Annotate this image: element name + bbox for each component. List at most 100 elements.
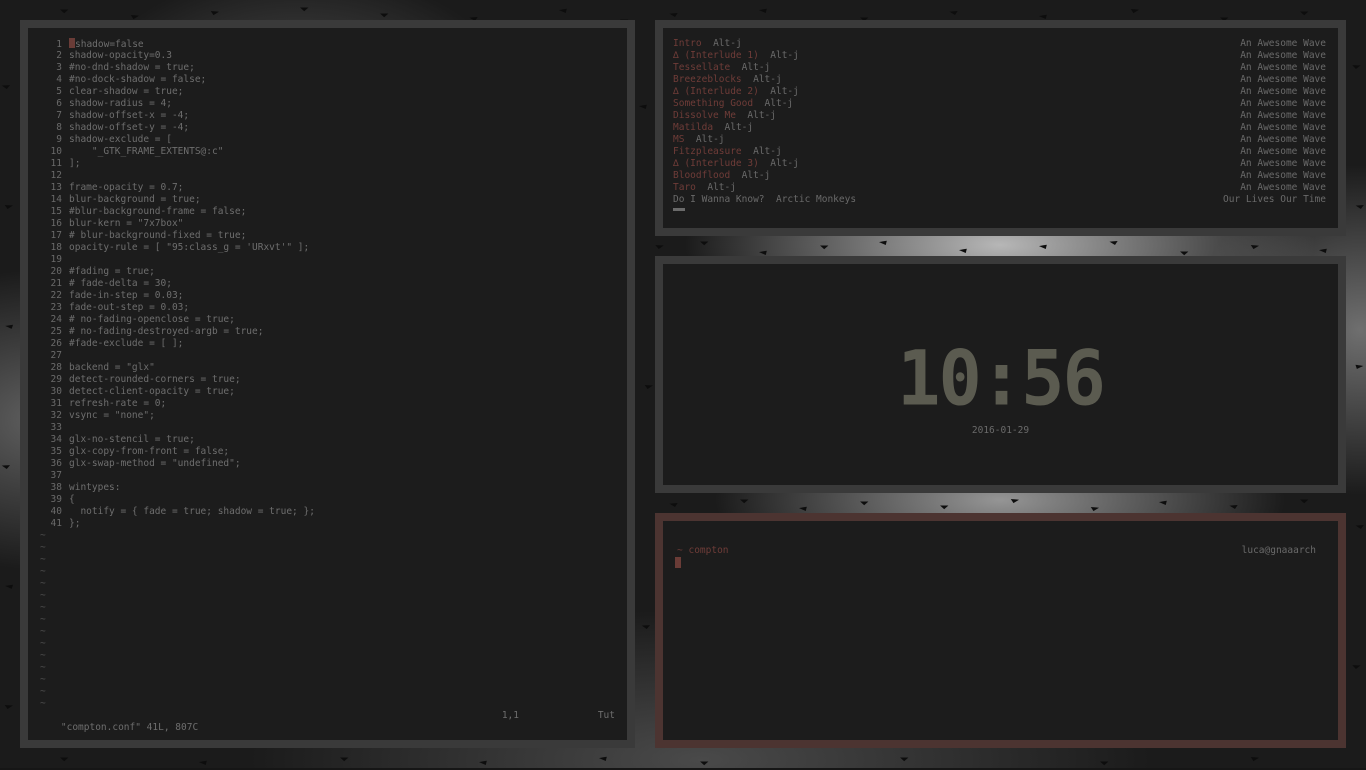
editor-line[interactable]: 3 #no-dnd-shadow = true; [38,62,617,74]
editor-line[interactable]: 25 # no-fading-destroyed-argb = true; [38,326,617,338]
track-album: An Awesome Wave [1240,98,1326,109]
editor-line[interactable]: 38 wintypes: [38,482,617,494]
bird-decoration: ▼ [1248,755,1260,763]
editor-line[interactable]: 15 #blur-background-frame = false; [38,206,617,218]
line-text: glx-swap-method = "undefined"; [69,458,241,469]
editor-line[interactable]: 27 [38,350,617,362]
editor-line[interactable]: 13 frame-opacity = 0.7; [38,182,617,194]
track-title: ∆ (Interlude 3) [673,158,759,169]
editor-line[interactable]: 37 [38,470,617,482]
empty-line-marker: ~ [40,566,46,577]
bird-decoration: ▼ [340,755,349,763]
editor-buffer[interactable]: 1 shadow=false 2 shadow-opacity=0.3 3 #no-dnd… [38,38,617,710]
track-artist: Alt-j [741,170,771,181]
line-text: #fading = true; [69,266,155,277]
editor-line[interactable]: 18 opacity-rule = [ "95:class_g = 'URxvt'… [38,242,617,254]
editor-line[interactable]: 33 [38,422,617,434]
empty-line-marker: ~ [40,590,46,601]
editor-line[interactable]: 1 shadow=false [38,38,617,50]
editor-line[interactable]: 16 blur-kern = "7x7box" [38,218,617,230]
editor-line[interactable]: 8 shadow-offset-y = -4; [38,122,617,134]
playlist-item[interactable]: Bloodflood Alt-j An Awesome Wave [673,170,1326,182]
terminal-cursor[interactable] [675,557,681,568]
editor-line[interactable]: 41}; [38,518,617,530]
line-text: clear-shadow = true; [69,86,184,97]
editor-line[interactable]: 22 fade-in-step = 0.03; [38,290,617,302]
editor-line[interactable]: 21 # fade-delta = 30; [38,278,617,290]
playlist-item[interactable]: Something Good Alt-j An Awesome Wave [673,98,1326,110]
playlist-item[interactable]: Taro Alt-j An Awesome Wave [673,182,1326,194]
editor-line[interactable]: 4 #no-dock-shadow = false; [38,74,617,86]
playlist-item[interactable]: ∆ (Interlude 3) Alt-j An Awesome Wave [673,158,1326,170]
editor-line[interactable]: 23 fade-out-step = 0.03; [38,302,617,314]
bird-decoration: ▼ [1100,759,1109,767]
playlist-item-now-playing[interactable]: Do I Wanna Know? Arctic Monkeys Our Lives… [673,194,1326,206]
editor-line[interactable]: 39 { [38,494,617,506]
bird-decoration: ▼ [948,9,960,17]
editor-line[interactable]: 40 notify = { fade = true; shadow = true… [38,506,617,518]
playlist-item[interactable]: Fitzpleasure Alt-j An Awesome Wave [673,146,1326,158]
bird-decoration: ▼ [860,499,869,507]
editor-line[interactable]: 12 [38,170,617,182]
line-text: notify = { fade = true; shadow = true; }… [69,506,315,517]
line-text: fade-out-step = 0.03; [69,302,190,313]
track-artist: Alt-j [770,86,799,97]
terminal-window[interactable]: ~ compton luca@gnaaarch [655,513,1346,748]
editor-line[interactable]: 35 glx-copy-from-front = false; [38,446,617,458]
bird-decoration: ▼ [557,6,571,16]
playlist[interactable]: Intro Alt-j An Awesome Wave ∆ (Interlude 1… [673,38,1326,211]
editor-line[interactable]: 34 glx-no-stencil = true; [38,434,617,446]
bird-decoration: ▼ [1008,497,1020,505]
line-number: 14 [50,194,62,205]
bird-decoration: ▼ [957,246,971,256]
editor-line[interactable]: 10 "_GTK_FRAME_EXTENTS@:c" [38,146,617,158]
editor-line[interactable]: 17 # blur-background-fixed = true; [38,230,617,242]
editor-window[interactable]: 1 shadow=false 2 shadow-opacity=0.3 3 #no-dnd… [20,20,635,748]
track-title: Dissolve Me [673,110,736,121]
playback-progress-bar[interactable] [673,208,685,211]
line-number: 12 [50,170,62,181]
line-number: 15 [50,206,62,217]
editor-line[interactable]: 7 shadow-offset-x = -4; [38,110,617,122]
editor-line[interactable]: 26 #fade-exclude = [ ]; [38,338,617,350]
playlist-item[interactable]: Matilda Alt-j An Awesome Wave [673,122,1326,134]
editor-line[interactable]: 6 shadow-radius = 4; [38,98,617,110]
editor-line[interactable]: 19 [38,254,617,266]
line-text: shadow-exclude = [ [69,134,172,145]
playlist-item[interactable]: ∆ (Interlude 2) Alt-j An Awesome Wave [673,86,1326,98]
playlist-item[interactable]: Tessellate Alt-j An Awesome Wave [673,62,1326,74]
playlist-item[interactable]: Dissolve Me Alt-j An Awesome Wave [673,110,1326,122]
track-title: ∆ (Interlude 1) [673,50,759,61]
line-number: 32 [50,410,62,421]
editor-line[interactable]: 2 shadow-opacity=0.3 [38,50,617,62]
music-player-window[interactable]: Intro Alt-j An Awesome Wave ∆ (Interlude 1… [655,20,1346,236]
playlist-item[interactable]: Breezeblocks Alt-j An Awesome Wave [673,74,1326,86]
editor-line[interactable]: 5 clear-shadow = true; [38,86,617,98]
bird-decoration: ▼ [877,238,891,248]
line-text: detect-rounded-corners = true; [69,374,241,385]
editor-line[interactable]: 14 blur-background = true; [38,194,617,206]
bird-decoration: ▼ [654,243,665,251]
bird-decoration: ▼ [1037,242,1051,252]
playlist-item[interactable]: MS Alt-j An Awesome Wave [673,134,1326,146]
track-album: An Awesome Wave [1240,86,1326,97]
editor-line[interactable]: 11]; [38,158,617,170]
clock-window: 10:56 2016-01-29 [655,256,1346,493]
line-text: shadow-offset-y = -4; [69,122,190,133]
editor-line[interactable]: 20 #fading = true; [38,266,617,278]
line-number: 11 [50,158,62,169]
editor-line[interactable]: 24 # no-fading-openclose = true; [38,314,617,326]
editor-line[interactable]: 30 detect-client-opacity = true; [38,386,617,398]
editor-line[interactable]: 9 shadow-exclude = [ [38,134,617,146]
scroll-percent: Tut [597,710,615,721]
playlist-item[interactable]: ∆ (Interlude 1) Alt-j An Awesome Wave [673,50,1326,62]
track-title: Do I Wanna Know? [673,194,765,205]
editor-line[interactable]: 29 detect-rounded-corners = true; [38,374,617,386]
editor-line[interactable]: 36 glx-swap-method = "undefined"; [38,458,617,470]
editor-line[interactable]: 32 vsync = "none"; [38,410,617,422]
editor-line[interactable]: 28 backend = "glx" [38,362,617,374]
bird-decoration: ▼ [1088,505,1100,513]
playlist-item[interactable]: Intro Alt-j An Awesome Wave [673,38,1326,50]
track-artist: Alt-j [713,38,742,49]
editor-line[interactable]: 31 refresh-rate = 0; [38,398,617,410]
